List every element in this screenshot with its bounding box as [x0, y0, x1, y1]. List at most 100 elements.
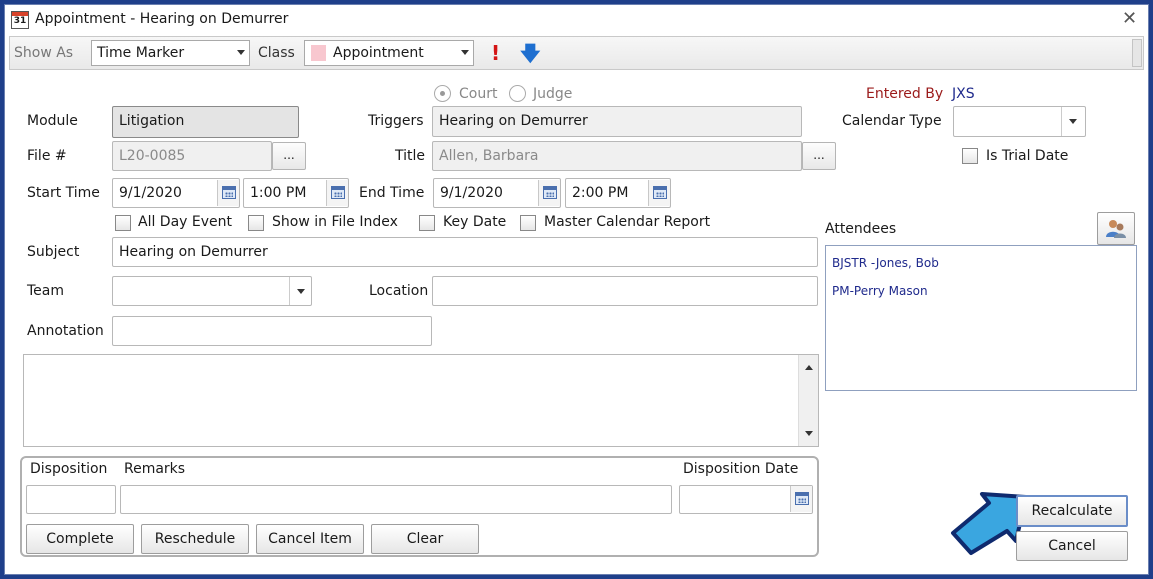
key-date-label: Key Date	[443, 214, 507, 230]
all-day-event-label: All Day Event	[138, 214, 233, 230]
end-time-label: End Time	[359, 185, 425, 201]
start-date-field[interactable]: 9/1/2020	[112, 178, 240, 208]
court-label: Court	[459, 86, 498, 102]
toolbar: Show As Time Marker Class Appointment ! …	[9, 36, 1144, 70]
people-icon	[1106, 220, 1126, 238]
disposition-date-field[interactable]	[679, 485, 813, 514]
subject-value: Hearing on Demurrer	[119, 244, 268, 260]
cancel-button[interactable]: Cancel	[1016, 531, 1128, 561]
attendee-item[interactable]: PM-Perry Mason	[832, 284, 928, 298]
chevron-down-icon	[461, 50, 469, 55]
entered-by-value: JXS	[952, 86, 975, 102]
annotation-label: Annotation	[27, 323, 104, 339]
judge-label: Judge	[533, 86, 573, 102]
appointment-window: 31 Appointment - Hearing on Demurrer ✕ S…	[4, 4, 1149, 575]
attendees-list[interactable]: BJSTR -Jones, Bob PM-Perry Mason	[825, 245, 1137, 391]
title-field[interactable]: Allen, Barbara	[432, 141, 802, 171]
toolbar-scroll-grip[interactable]	[1132, 39, 1142, 67]
disposition-label: Disposition	[30, 461, 108, 477]
disposition-date-label: Disposition Date	[683, 461, 799, 477]
annotation-field[interactable]	[112, 316, 432, 346]
is-trial-date-checkbox[interactable]	[962, 148, 978, 164]
file-lookup-button[interactable]: ...	[272, 142, 306, 170]
start-time-label: Start Time	[27, 185, 100, 201]
start-time-value: 1:00 PM	[250, 185, 307, 201]
show-as-value: Time Marker	[97, 45, 185, 61]
location-field[interactable]	[432, 276, 818, 306]
start-date-value: 9/1/2020	[119, 185, 182, 201]
module-field[interactable]: Litigation	[112, 106, 299, 138]
judge-radio[interactable]	[509, 85, 526, 102]
triggers-label: Triggers	[368, 113, 424, 129]
show-as-label: Show As	[14, 45, 74, 61]
calendar-icon	[331, 186, 345, 199]
master-calendar-report-checkbox[interactable]	[520, 215, 536, 231]
low-priority-icon[interactable]: 🡇	[520, 39, 541, 73]
remarks-label: Remarks	[124, 461, 186, 477]
subject-field[interactable]: Hearing on Demurrer	[112, 237, 818, 267]
title-lookup-button[interactable]: ...	[802, 142, 836, 170]
recalculate-button[interactable]: Recalculate	[1016, 495, 1128, 527]
calendar-type-label: Calendar Type	[842, 113, 942, 129]
triggers-field[interactable]: Hearing on Demurrer	[432, 106, 802, 137]
master-calendar-report-label: Master Calendar Report	[544, 214, 711, 230]
entered-by-label: Entered By	[866, 86, 944, 102]
show-in-file-index-label: Show in File Index	[272, 214, 398, 230]
location-label: Location	[369, 283, 429, 299]
calendar-icon	[795, 492, 809, 505]
window-title: Appointment - Hearing on Demurrer	[35, 11, 289, 27]
module-label: Module	[27, 113, 78, 129]
class-label: Class	[258, 45, 295, 61]
end-date-field[interactable]: 9/1/2020	[433, 178, 561, 208]
high-priority-icon[interactable]: !	[491, 41, 500, 65]
disposition-group: Disposition Remarks Disposition Date Com…	[20, 456, 819, 557]
clear-button[interactable]: Clear	[371, 524, 479, 554]
title-value: Allen, Barbara	[439, 148, 539, 164]
all-day-event-checkbox[interactable]	[115, 215, 131, 231]
class-color-swatch	[311, 45, 326, 61]
title-bar: 31 Appointment - Hearing on Demurrer ✕	[5, 5, 1148, 35]
file-label: File #	[27, 148, 67, 164]
notes-scrollbar[interactable]	[798, 355, 818, 446]
court-radio[interactable]	[434, 85, 451, 102]
close-icon[interactable]: ✕	[1122, 8, 1137, 29]
attendees-label: Attendees	[825, 221, 897, 237]
file-number-value: L20-0085	[119, 148, 186, 164]
end-date-picker[interactable]	[538, 180, 560, 206]
attendee-item[interactable]: BJSTR -Jones, Bob	[832, 256, 939, 270]
end-time-field[interactable]: 2:00 PM	[565, 178, 671, 208]
calendar-icon	[222, 186, 236, 199]
disposition-field[interactable]	[26, 485, 116, 514]
show-as-select[interactable]: Time Marker	[91, 40, 250, 66]
end-time-picker[interactable]	[648, 180, 670, 206]
calendar-type-select[interactable]	[953, 106, 1086, 137]
class-select[interactable]: Appointment	[304, 40, 474, 66]
triggers-value: Hearing on Demurrer	[439, 113, 588, 129]
end-time-value: 2:00 PM	[572, 185, 629, 201]
cancel-item-button[interactable]: Cancel Item	[256, 524, 364, 554]
calendar-icon	[543, 186, 557, 199]
remarks-field[interactable]	[120, 485, 672, 514]
subject-label: Subject	[27, 244, 80, 260]
title-label: Title	[395, 148, 426, 164]
file-number-field[interactable]: L20-0085	[112, 141, 272, 171]
complete-button[interactable]: Complete	[26, 524, 134, 554]
start-time-picker[interactable]	[326, 180, 348, 206]
key-date-checkbox[interactable]	[419, 215, 435, 231]
start-date-picker[interactable]	[217, 180, 239, 206]
class-value: Appointment	[333, 45, 424, 61]
chevron-down-icon	[237, 50, 245, 55]
team-select[interactable]	[112, 276, 312, 306]
notes-textarea[interactable]	[23, 354, 819, 447]
reschedule-button[interactable]: Reschedule	[141, 524, 249, 554]
scroll-down-icon[interactable]	[805, 431, 813, 436]
start-time-field[interactable]: 1:00 PM	[243, 178, 349, 208]
add-attendee-button[interactable]	[1097, 212, 1135, 245]
show-in-file-index-checkbox[interactable]	[248, 215, 264, 231]
calendar-icon	[653, 186, 667, 199]
scroll-up-icon[interactable]	[805, 365, 813, 370]
disposition-date-picker[interactable]	[790, 486, 812, 512]
module-value: Litigation	[119, 113, 185, 129]
calendar-icon: 31	[11, 11, 29, 29]
is-trial-date-label: Is Trial Date	[986, 148, 1069, 164]
